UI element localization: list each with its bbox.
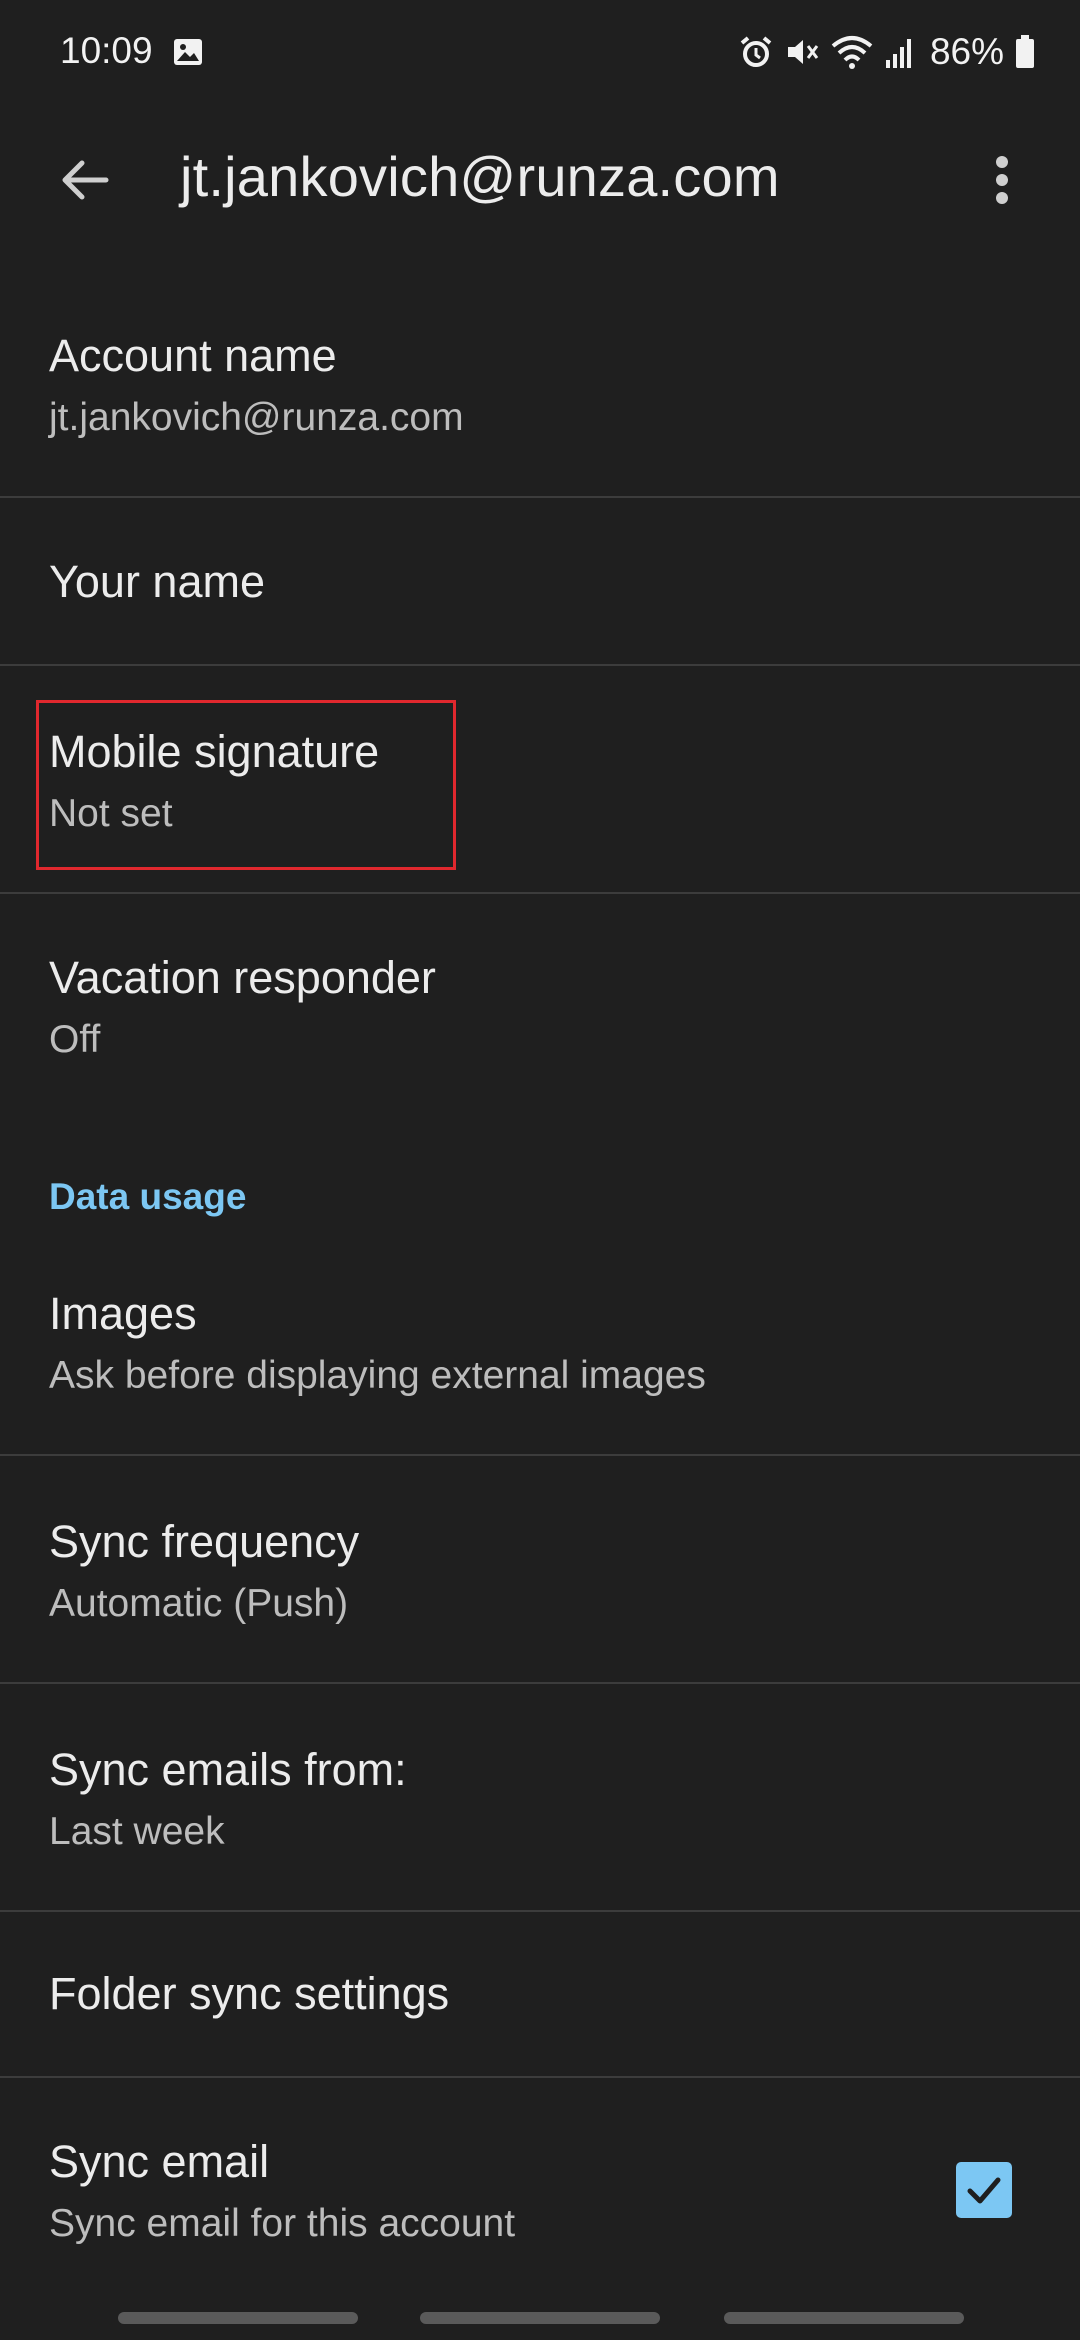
checkmark-icon xyxy=(967,2177,1001,2204)
back-arrow-icon xyxy=(62,160,109,200)
battery-icon xyxy=(1016,35,1034,68)
status-time: 10:09 xyxy=(60,30,153,71)
setting-summary: Ask before displaying external images xyxy=(49,1354,706,1397)
nav-handle-left[interactable] xyxy=(118,2312,358,2324)
status-icons: 86% xyxy=(738,26,1036,78)
setting-title: Account name xyxy=(49,330,337,381)
setting-title: Images xyxy=(49,1288,197,1339)
setting-sync-frequency[interactable]: Sync frequency Automatic (Push) xyxy=(0,1456,1080,1682)
page-title: jt.jankovich@runza.com xyxy=(180,145,780,208)
nav-handle-center[interactable] xyxy=(420,2312,660,2324)
setting-sync-emails-from[interactable]: Sync emails from: Last week xyxy=(0,1684,1080,1910)
setting-title: Your name xyxy=(49,556,265,607)
setting-sync-email[interactable]: Sync email Sync email for this account xyxy=(0,2078,1080,2300)
setting-summary: jt.jankovich@runza.com xyxy=(49,396,464,439)
app-bar: jt.jankovich@runza.com xyxy=(0,104,1080,252)
setting-folder-sync[interactable]: Folder sync settings xyxy=(0,1912,1080,2076)
status-bar: 10:09 86% xyxy=(0,0,1080,104)
alarm-icon xyxy=(740,36,772,67)
more-options-button[interactable] xyxy=(966,140,1038,220)
gallery-notification-icon xyxy=(174,39,202,65)
back-button[interactable] xyxy=(44,140,124,220)
battery-percent: 86% xyxy=(929,31,1004,72)
setting-title: Sync frequency xyxy=(49,1516,360,1567)
setting-title: Folder sync settings xyxy=(49,1968,450,2019)
setting-your-name[interactable]: Your name xyxy=(0,498,1080,664)
sync-email-checkbox[interactable] xyxy=(956,2162,1012,2218)
setting-summary: Sync email for this account xyxy=(49,2202,516,2245)
wifi-icon xyxy=(831,36,873,69)
setting-vacation-responder[interactable]: Vacation responder Off xyxy=(0,894,1080,1094)
setting-summary: Automatic (Push) xyxy=(49,1582,349,1625)
setting-images[interactable]: Images Ask before displaying external im… xyxy=(0,1240,1080,1454)
nav-handle-right[interactable] xyxy=(724,2312,964,2324)
navigation-bar xyxy=(0,2300,1080,2340)
setting-account-name[interactable]: Account name jt.jankovich@runza.com xyxy=(0,300,1080,496)
setting-title: Sync email xyxy=(49,2136,270,2187)
setting-summary: Off xyxy=(49,1018,101,1061)
section-header-data-usage: Data usage xyxy=(49,1176,247,1217)
setting-summary: Last week xyxy=(49,1810,225,1853)
signal-icon xyxy=(885,39,911,68)
highlight-box xyxy=(36,700,456,870)
setting-title: Sync emails from: xyxy=(49,1744,407,1795)
setting-title: Vacation responder xyxy=(49,952,436,1003)
mute-icon xyxy=(787,40,819,64)
more-vert-icon xyxy=(996,156,1008,204)
